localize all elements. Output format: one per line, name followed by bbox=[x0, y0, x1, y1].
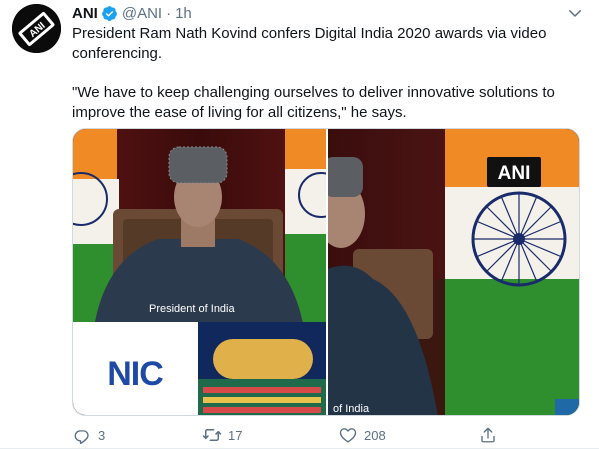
right-caption: of India bbox=[333, 403, 370, 415]
ani-logo-icon: ANI bbox=[12, 4, 61, 53]
tweet-text-line-1: President Ram Nath Kovind confers Digita… bbox=[72, 25, 547, 62]
like-count: 208 bbox=[364, 427, 386, 443]
verified-badge-icon bbox=[101, 5, 118, 22]
retweet-icon bbox=[202, 425, 222, 445]
avatar[interactable]: ANI bbox=[12, 4, 61, 53]
reply-icon bbox=[72, 425, 92, 445]
chevron-down-icon bbox=[569, 10, 581, 17]
media-divider bbox=[326, 129, 328, 415]
author-handle[interactable]: @ANI bbox=[122, 5, 162, 22]
reply-button[interactable]: 3 bbox=[72, 424, 105, 446]
tweet-card[interactable]: ANI ANI @ANI · 1h President Ram Nath Kov… bbox=[0, 0, 599, 449]
heart-icon bbox=[338, 425, 358, 445]
right-media-image: ANI of India bbox=[328, 129, 579, 415]
share-button[interactable] bbox=[478, 424, 498, 446]
nic-logo: NIC bbox=[107, 355, 163, 393]
tweet-actions: 3 17 208 bbox=[72, 424, 512, 446]
tweet-timestamp[interactable]: 1h bbox=[175, 5, 192, 22]
left-media-image: President of India NIC bbox=[73, 129, 326, 415]
more-options-button[interactable] bbox=[564, 3, 586, 23]
tweet-text: President Ram Nath Kovind confers Digita… bbox=[72, 24, 587, 122]
tweet-media[interactable]: President of India NIC ANI of India bbox=[72, 128, 580, 416]
separator-dot: · bbox=[166, 4, 172, 22]
author-display-name[interactable]: ANI bbox=[72, 5, 98, 22]
retweet-count: 17 bbox=[228, 427, 243, 443]
share-icon bbox=[478, 425, 498, 445]
reply-count: 3 bbox=[98, 427, 106, 443]
like-button[interactable]: 208 bbox=[338, 424, 386, 446]
ani-watermark: ANI bbox=[498, 163, 531, 184]
tweet-text-line-2: "We have to keep challenging ourselves t… bbox=[72, 84, 555, 121]
left-caption: President of India bbox=[149, 303, 235, 315]
retweet-button[interactable]: 17 bbox=[202, 424, 242, 446]
tweet-header: ANI @ANI · 1h bbox=[72, 3, 192, 23]
